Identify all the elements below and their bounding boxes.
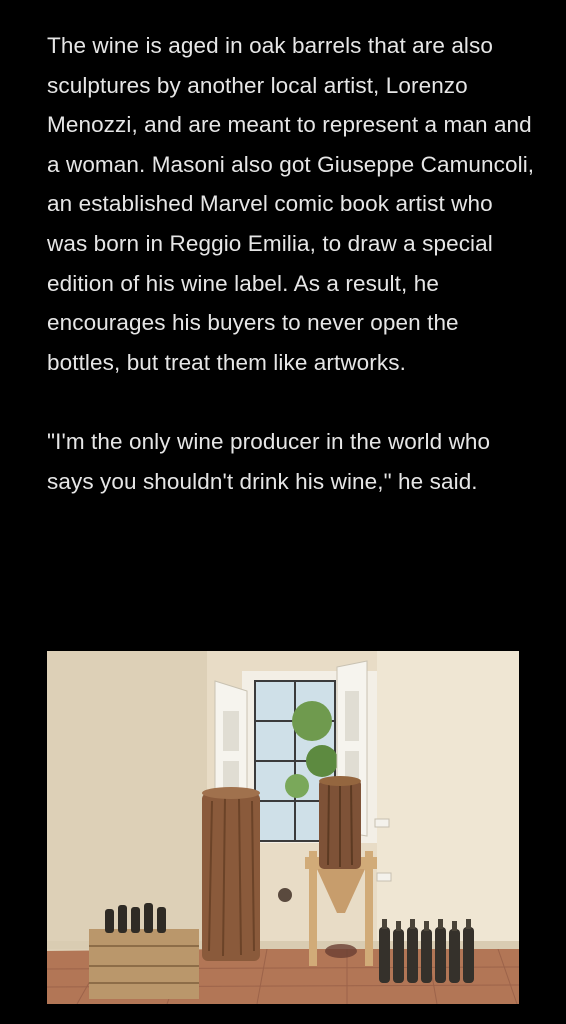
article-body: The wine is aged in oak barrels that are… — [47, 26, 537, 502]
article-paragraph: The wine is aged in oak barrels that are… — [47, 33, 535, 375]
article-page: The wine is aged in oak barrels that are… — [0, 0, 566, 1024]
article-photo[interactable] — [47, 651, 519, 1004]
barrel-sculptures-image — [47, 651, 519, 1004]
quote-paragraph: "I'm the only wine producer in the world… — [47, 429, 491, 494]
